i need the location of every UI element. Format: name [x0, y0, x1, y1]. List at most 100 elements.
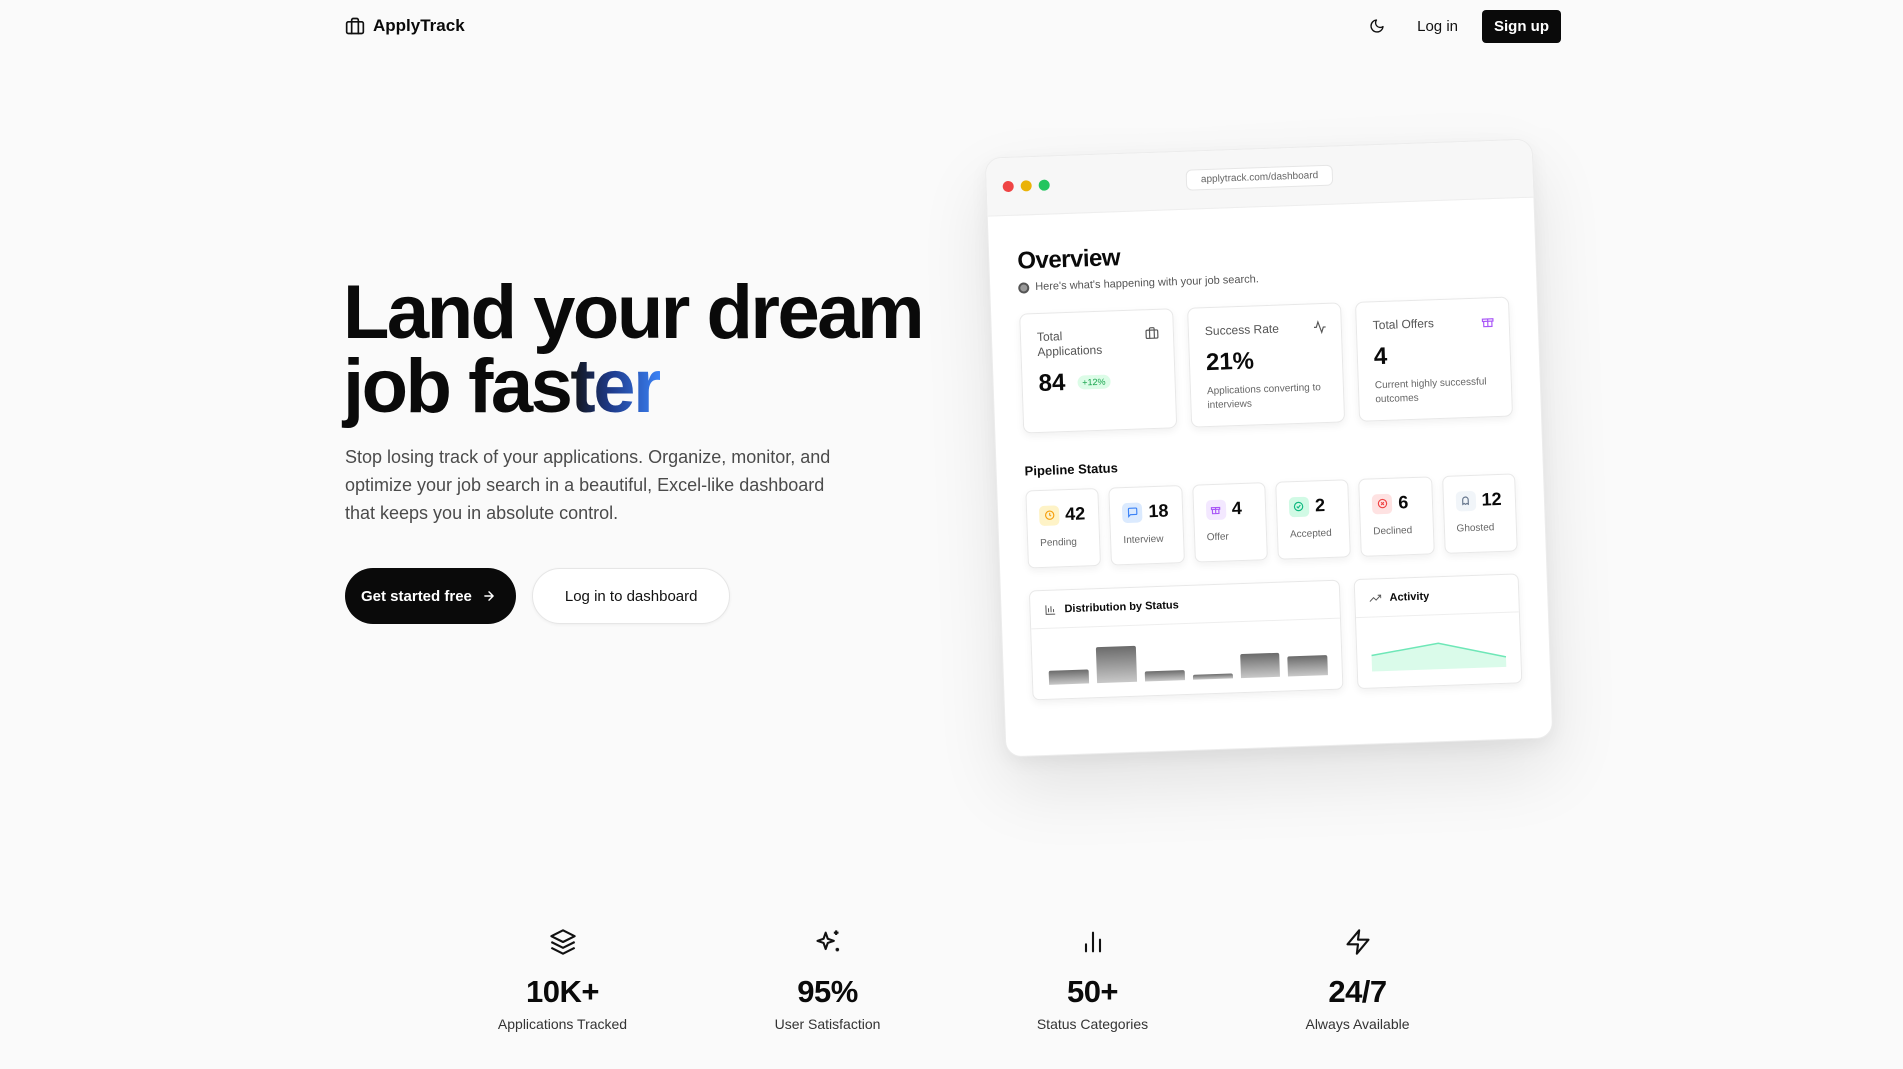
stat-description: Applications converting to interviews — [1206, 382, 1322, 412]
stat-card-success-rate: Success Rate 21% Applications converting… — [1187, 302, 1346, 428]
hero-title-line2: job fas — [343, 344, 573, 429]
cta-row: Get started free Log in to dashboard — [345, 568, 731, 624]
ghost-icon — [1455, 490, 1476, 512]
stat-label: Total Offers — [1372, 316, 1435, 333]
nav-actions: Log in Sign up — [1361, 9, 1561, 43]
stat-value: 4 — [1373, 342, 1388, 371]
distribution-bar — [1095, 645, 1137, 684]
activity-icon — [1313, 320, 1326, 335]
pipeline-count: 12 — [1481, 488, 1502, 510]
window-minimize-dot — [1020, 180, 1032, 192]
stats-section: 10K+ Applications Tracked 95% User Satis… — [430, 928, 1490, 1032]
distribution-bar — [1144, 670, 1185, 682]
distribution-panel: Distribution by Status — [1028, 579, 1344, 701]
stat-card-total-applications: Total Applications 84 +12% — [1019, 308, 1178, 434]
pipeline-count: 6 — [1397, 492, 1409, 513]
activity-panel: Activity — [1353, 573, 1523, 690]
brand-logo[interactable]: ApplyTrack — [345, 16, 465, 36]
stat-number: 95% — [797, 974, 858, 1009]
stat-value-row: 84 +12% — [1038, 366, 1159, 398]
layers-icon — [549, 929, 576, 955]
charts-row: Distribution by Status Activity — [1028, 573, 1523, 701]
hero-title: Land your dream job faster — [343, 275, 963, 425]
get-started-button[interactable]: Get started free — [345, 568, 516, 624]
pipeline-count: 4 — [1231, 497, 1243, 519]
overview-subtitle-text: Here's what's happening with your job se… — [1035, 273, 1260, 294]
growth-badge: +12% — [1077, 374, 1111, 390]
activity-line-chart — [1371, 642, 1507, 672]
stat-description: Current highly successful outcomes — [1374, 376, 1487, 406]
pipeline-count: 2 — [1314, 495, 1326, 516]
stat-number: 50+ — [1066, 974, 1119, 1009]
dashboard-body: Overview Here's what's happening with yo… — [989, 230, 1550, 702]
stat-always-available: 24/7 Always Available — [1225, 928, 1490, 1032]
pipeline-label: Pending — [1040, 536, 1078, 550]
stat-label: Success Rate — [1204, 321, 1280, 339]
distribution-header: Distribution by Status — [1029, 580, 1341, 630]
pipeline-label: Declined — [1373, 525, 1413, 538]
stat-value: 84 — [1038, 369, 1066, 397]
pipeline-count: 18 — [1148, 500, 1169, 522]
stat-cards: Total Applications 84 +12% Success Rate … — [1019, 296, 1514, 434]
window-titlebar: applytrack.com/dashboard — [985, 139, 1534, 217]
briefcase-icon — [345, 17, 365, 35]
hero-title-line1: Land your dream — [343, 270, 925, 355]
url-bar: applytrack.com/dashboard — [1185, 164, 1334, 191]
top-nav: ApplyTrack Log in Sign up — [345, 9, 1561, 43]
briefcase-icon — [1145, 327, 1159, 340]
distribution-bar — [1048, 669, 1089, 685]
message-icon — [1122, 501, 1143, 523]
hero-title-gradient: ter — [570, 344, 662, 429]
theme-toggle-button[interactable] — [1361, 10, 1393, 42]
login-button[interactable]: Log in — [1411, 12, 1464, 41]
clock-icon — [1038, 504, 1060, 526]
trending-up-icon — [1369, 594, 1382, 602]
bar-chart-icon — [1045, 604, 1056, 615]
moon-icon — [1370, 19, 1384, 33]
window-maximize-dot — [1038, 179, 1050, 191]
stat-status-categories: 50+ Status Categories — [960, 928, 1225, 1032]
brand-name: ApplyTrack — [373, 16, 465, 35]
pipeline-card-ghosted: 12 Ghosted — [1441, 473, 1518, 554]
dashboard-window: applytrack.com/dashboard Overview Here's… — [984, 138, 1554, 758]
bar-chart-icon — [1084, 931, 1101, 953]
stat-number: 24/7 — [1328, 974, 1387, 1009]
pipeline-card-pending: 42 Pending — [1025, 487, 1102, 569]
signup-button[interactable]: Sign up — [1482, 9, 1561, 43]
pipeline-card-interview: 18 Interview — [1108, 485, 1185, 566]
login-dashboard-button[interactable]: Log in to dashboard — [531, 568, 731, 624]
pipeline-label: Ghosted — [1456, 522, 1495, 535]
get-started-label: Get started free — [361, 587, 472, 605]
status-dot-icon — [1018, 281, 1030, 294]
distribution-bar — [1239, 652, 1281, 679]
stat-card-total-offers: Total Offers 4 Current highly successful… — [1354, 296, 1514, 422]
distribution-bar — [1192, 673, 1233, 680]
gift-icon — [1205, 499, 1227, 520]
pipeline-label: Accepted — [1289, 527, 1332, 541]
zap-icon — [1345, 929, 1370, 955]
hero-description: Stop losing track of your applications. … — [345, 447, 831, 523]
stat-number: 10K+ — [526, 974, 599, 1009]
x-circle-icon — [1371, 493, 1393, 514]
check-circle-icon — [1288, 496, 1310, 517]
pipeline-card-declined: 6 Declined — [1358, 476, 1435, 557]
stat-caption: Always Available — [1305, 1016, 1410, 1032]
gift-icon — [1481, 318, 1494, 328]
pipeline-cards: 42 Pending 18 Interview 4 Offer 2 Accept… — [1025, 473, 1518, 569]
activity-title: Activity — [1389, 590, 1430, 604]
stat-caption: Applications Tracked — [497, 1016, 628, 1032]
dashboard-preview: applytrack.com/dashboard Overview Here's… — [984, 138, 1554, 758]
sparkles-icon — [815, 930, 839, 952]
stat-caption: User Satisfaction — [774, 1016, 881, 1032]
stat-caption: Status Categories — [1036, 1016, 1149, 1032]
stat-user-satisfaction: 95% User Satisfaction — [695, 928, 960, 1032]
pipeline-card-accepted: 2 Accepted — [1275, 479, 1352, 560]
distribution-bars — [1047, 625, 1329, 685]
window-close-dot — [1002, 180, 1014, 193]
distribution-title: Distribution by Status — [1064, 598, 1179, 615]
distribution-bar — [1287, 655, 1329, 677]
pipeline-card-offer: 4 Offer — [1191, 482, 1268, 563]
pipeline-count: 42 — [1064, 503, 1086, 525]
pipeline-title: Pipeline Status — [1024, 460, 1119, 479]
stat-applications-tracked: 10K+ Applications Tracked — [430, 928, 695, 1032]
